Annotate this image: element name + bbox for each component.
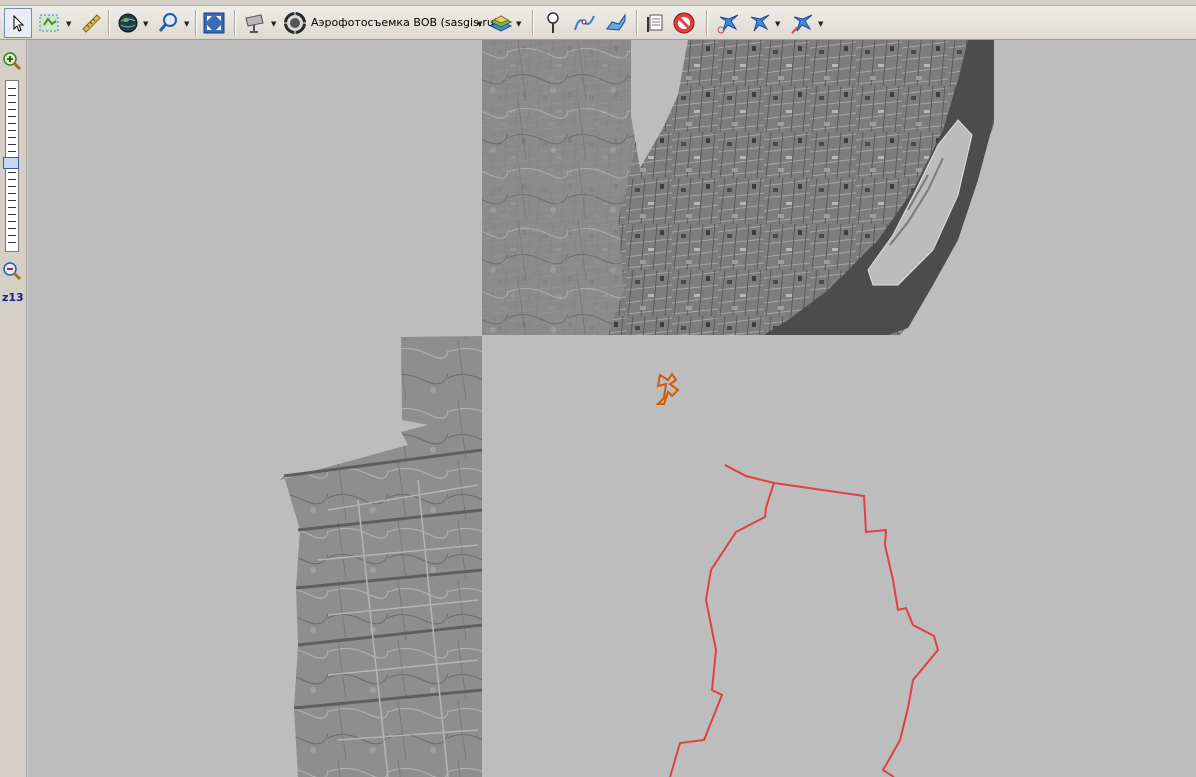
magnifier-icon xyxy=(158,13,177,32)
gps-settings-tool-button[interactable] xyxy=(788,8,816,38)
add-polygon-tool-button[interactable] xyxy=(602,8,630,38)
toolbar-separator xyxy=(532,10,534,36)
select-tool-button[interactable] xyxy=(4,8,32,38)
toolbar-separator xyxy=(636,10,638,36)
gps-settings-dropdown-arrow[interactable]: ▼ xyxy=(818,20,823,28)
toolbar-separator xyxy=(234,10,236,36)
marks-list-tool-button[interactable] xyxy=(642,8,668,38)
zoom-dropdown-arrow[interactable]: ▼ xyxy=(184,20,189,28)
zoom-out-button[interactable] xyxy=(2,261,22,281)
select-area-tool-button[interactable] xyxy=(36,8,64,38)
globe-icon xyxy=(118,13,138,33)
ruler-icon xyxy=(82,14,101,33)
aerial-photo-top-west xyxy=(482,40,640,335)
map-view[interactable] xyxy=(28,40,1196,777)
area-select-icon xyxy=(39,14,59,32)
measure-tool-button[interactable] xyxy=(78,8,104,38)
zoom-in-button[interactable] xyxy=(2,51,22,71)
map-type-tool-button[interactable] xyxy=(282,8,308,38)
globe-dropdown-arrow[interactable]: ▼ xyxy=(143,20,148,28)
menu-strip-edge xyxy=(0,0,1196,6)
layers-icon xyxy=(489,15,513,32)
path-icon xyxy=(574,15,595,31)
cursor-arrow-icon xyxy=(13,14,25,32)
gps-connect-icon xyxy=(750,14,770,32)
gps-dropdown-arrow[interactable]: ▼ xyxy=(271,20,276,28)
zoom-slider-thumb[interactable] xyxy=(3,157,19,169)
gps-track-tool-button[interactable] xyxy=(714,8,742,38)
fullscreen-tool-button[interactable] xyxy=(201,8,227,38)
marks-list-icon xyxy=(647,14,663,32)
zoom-out-icon xyxy=(3,262,22,281)
polygon-icon xyxy=(606,13,626,31)
zoom-level-label: z13 xyxy=(2,291,24,304)
map-type-label[interactable]: Аэрофотосъемка ВОВ (sasgis.ru) xyxy=(311,16,498,29)
zoom-in-icon xyxy=(3,52,22,71)
gps-connect-tool-button[interactable] xyxy=(745,8,773,38)
gps-connect-dropdown-arrow[interactable]: ▼ xyxy=(775,20,780,28)
map-type-dropdown-arrow[interactable]: ▼ xyxy=(477,20,482,28)
placemark-outline xyxy=(655,372,680,405)
add-path-tool-button[interactable] xyxy=(570,8,598,38)
map-canvas xyxy=(280,40,994,777)
gps-tool-button[interactable] xyxy=(240,8,270,38)
add-placemark-tool-button[interactable] xyxy=(540,8,566,38)
main-toolbar: ▼ ▼ ▼ ▼ Аэрофотосъемка ВОВ (sasgis.ru) ▼… xyxy=(0,0,1196,40)
gps-track-outline xyxy=(669,464,940,777)
zoom-sidebar: z13 xyxy=(0,40,27,777)
gps-settings-icon xyxy=(791,14,813,34)
toolbar-separator xyxy=(195,10,197,36)
toolbar-separator xyxy=(706,10,708,36)
toolbar-separator xyxy=(108,10,110,36)
globe-tool-button[interactable] xyxy=(114,8,142,38)
placemark-icon xyxy=(547,12,559,33)
zoom-tool-button[interactable] xyxy=(154,8,182,38)
select-area-dropdown-arrow[interactable]: ▼ xyxy=(66,20,71,28)
layers-dropdown-arrow[interactable]: ▼ xyxy=(516,20,521,28)
map-source-icon xyxy=(284,12,306,34)
satellite-dish-icon xyxy=(245,14,264,33)
layers-tool-button[interactable] xyxy=(487,8,515,38)
hide-marks-tool-button[interactable] xyxy=(671,8,697,38)
gps-track-icon xyxy=(717,14,739,34)
fullscreen-icon xyxy=(203,12,225,34)
no-marks-icon xyxy=(673,12,695,34)
